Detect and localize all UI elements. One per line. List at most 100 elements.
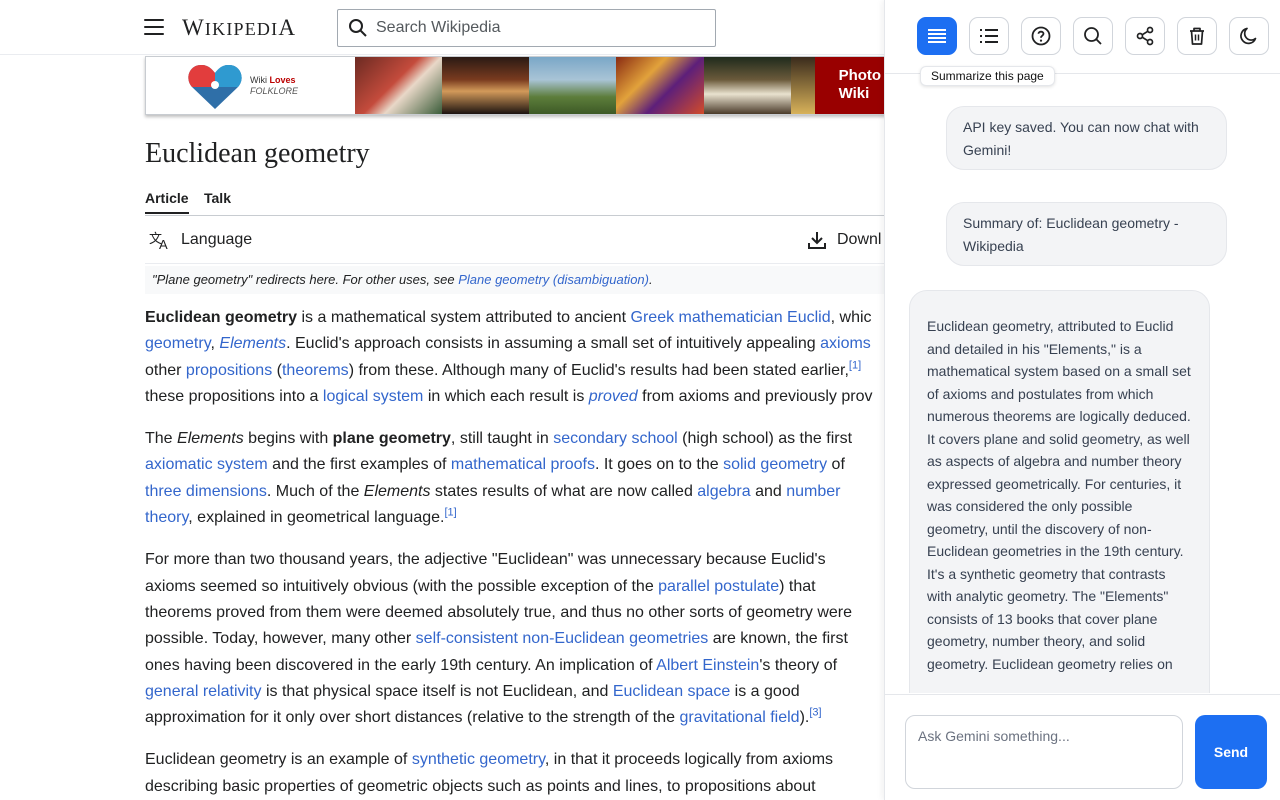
chat-messages[interactable]: API key saved. You can now chat with Gem… [885,75,1280,693]
article-link[interactable]: algebra [697,483,750,500]
article-text: and the first examples of [267,456,451,474]
article-text: from axioms and previously prov [637,387,873,405]
tab-article[interactable]: Article [145,190,189,214]
article-paragraph: Euclidean geometry is a mathematical sys… [145,305,884,410]
citation-link[interactable]: [3] [809,707,821,719]
wiki-loves-folklore-banner[interactable]: Wiki Loves FOLKLORE Photo Wiki [145,56,884,115]
article-text: begins with [243,430,333,448]
banner-photo-4 [616,57,704,114]
summarize-tooltip: Summarize this page [920,66,1055,86]
banner-photo-6 [790,57,815,114]
article-link[interactable]: axiomatic system [145,456,268,473]
wikipedia-page: WIKIPEDIA Wiki Loves FOLKLORE Photo Wiki [0,0,884,800]
search-button[interactable] [1073,17,1113,55]
article-paragraph: Euclidean geometry is an example of synt… [145,747,884,800]
puzzle-heart-logo-icon [188,64,242,109]
chat-message: API key saved. You can now chat with Gem… [946,106,1227,170]
article-text: (high school) as the first [677,430,853,448]
citation-link[interactable]: [1] [444,507,456,519]
article-text: and [750,482,787,500]
banner-photo-1 [354,57,442,114]
article-text: . Euclid's approach consists in assuming… [286,335,821,353]
article-text: , in that it proceeds logically from axi… [544,751,834,769]
article-link[interactable]: logical system [323,388,423,405]
article-text: . It goes on to the [594,456,724,474]
help-button[interactable] [1021,17,1061,55]
article-text: is a good [730,682,800,700]
banner-photo-5 [703,57,791,114]
wikipedia-wordmark[interactable]: WIKIPEDIA [182,15,296,41]
banner-photo-3 [529,57,617,114]
article-text: ) that [779,577,816,595]
article-text: The [145,430,178,448]
article-text: ). [799,709,810,727]
article-link[interactable]: Albert Einstein [656,657,759,674]
wiki-search-box[interactable] [337,9,716,47]
citation-link[interactable]: [1] [849,359,861,371]
article-link[interactable]: theory [145,509,188,526]
article-text: axioms seemed so intuitively obvious (wi… [145,577,659,595]
chat-composer: Send [885,694,1280,800]
article-body: Euclidean geometry is a mathematical sys… [145,305,884,800]
article-link[interactable]: geometry [145,335,211,352]
article-text: ( [272,361,282,379]
article-link[interactable]: proved [589,388,638,405]
outline-button[interactable] [969,17,1009,55]
summary-message: Euclidean geometry, attributed to Euclid… [909,290,1210,693]
banner-photo-2 [441,57,530,114]
article-link[interactable]: self-consistent [416,630,518,647]
article-text: Elements [363,482,431,500]
article-link[interactable]: non-Euclidean geometries [522,630,708,647]
article-link[interactable]: Greek mathematician Euclid [631,309,831,326]
wiki-search-input[interactable] [376,19,696,37]
article-text: is a mathematical system attributed to a… [297,309,631,326]
banner-logo: Wiki Loves FOLKLORE [146,57,355,114]
tab-talk[interactable]: Talk [204,190,231,206]
article-link[interactable]: three dimensions [145,483,267,500]
wiki-header: WIKIPEDIA [0,0,884,55]
delete-button[interactable] [1177,17,1217,55]
article-link[interactable]: gravitational field [680,709,800,726]
article-text: Euclidean geometry is an example of [145,751,412,769]
article-link[interactable]: axioms [820,335,871,352]
hatnote-link[interactable]: Plane geometry (disambiguation) [458,272,649,287]
download-icon [808,232,826,249]
gemini-side-panel: API key saved. You can now chat with Gem… [884,0,1280,800]
main-menu-icon[interactable] [144,19,164,35]
article-link[interactable]: mathematical proofs [451,456,595,473]
article-link[interactable]: number [786,483,840,500]
page-tabs: Article Talk [145,188,884,216]
article-link[interactable]: Euclidean space [613,683,730,700]
article-text: describing basic properties of geometric… [145,777,816,795]
send-button[interactable]: Send [1195,715,1267,789]
article-link[interactable]: Elements [219,335,286,352]
article-text: are known, the first [708,630,848,648]
theme-toggle-button[interactable] [1229,17,1269,55]
chat-input[interactable] [905,715,1183,789]
article-text: these propositions into a [145,387,323,405]
language-label: Language [181,231,253,248]
share-button[interactable] [1125,17,1165,55]
summarize-button[interactable] [917,17,957,55]
svg-text:A: A [159,237,168,250]
language-button[interactable]: 文 A Language [149,230,252,250]
article-text: , explained in geometrical language. [188,509,445,527]
article-link[interactable]: theorems [282,362,349,379]
banner-cta-text[interactable]: Photo Wiki [814,57,884,114]
download-button[interactable]: Downl [807,230,881,250]
article-link[interactable]: general relativity [145,683,262,700]
article-text: , still taught in [450,430,554,448]
search-icon [1084,27,1102,45]
article-link[interactable]: secondary school [553,430,678,447]
article-text: states results of what are now called [430,482,698,500]
article-link[interactable]: solid geometry [723,456,827,473]
trash-icon [1190,27,1204,45]
article-link[interactable]: synthetic geometry [412,751,545,768]
hatnote-prefix: "Plane geometry" redirects here. For oth… [152,272,459,287]
article-text: 's theory of [759,656,838,674]
article-link[interactable]: parallel postulate [658,578,779,595]
article-text: approximation for it only over short dis… [145,709,680,727]
language-row: 文 A Language Downl [145,216,884,264]
article-link[interactable]: propositions [186,362,272,379]
article-paragraph: For more than two thousand years, the ad… [145,547,884,731]
